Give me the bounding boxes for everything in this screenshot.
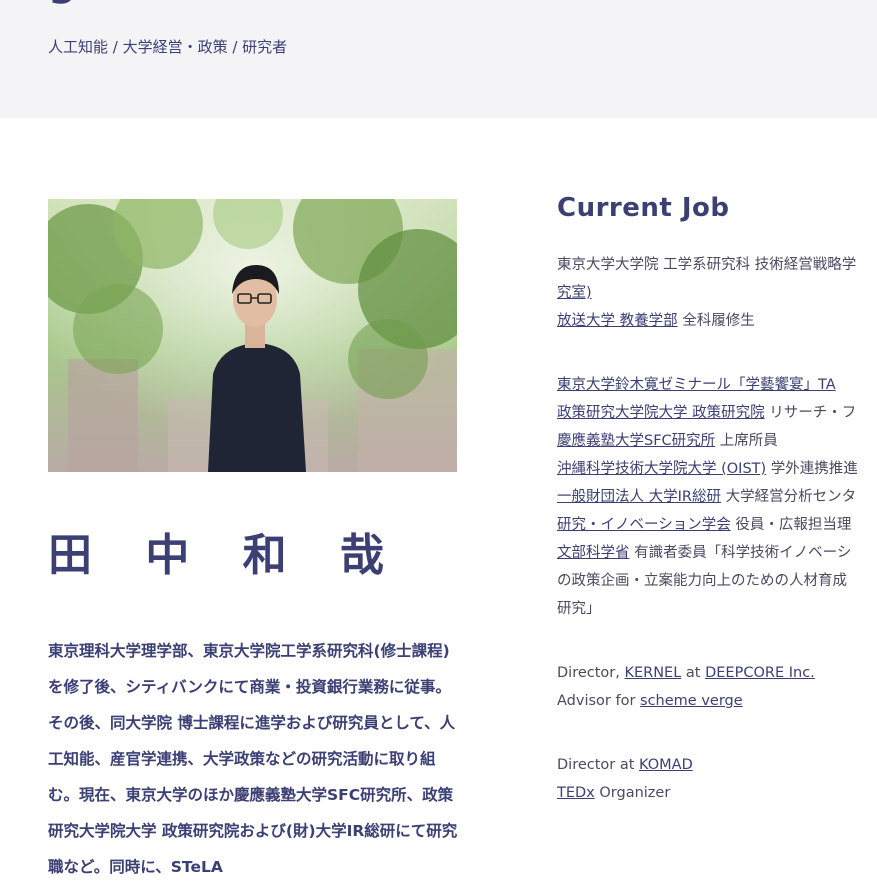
job-link-scheme-verge[interactable]: scheme verge (640, 693, 743, 709)
job-link-suzuki-seminar[interactable]: 東京大学鈴木寛ゼミナール「学藝饗宴」TA (557, 377, 836, 393)
job-link-oist[interactable]: 沖縄科学技術大学院大学 (OIST) (557, 461, 766, 477)
job-line: 文部科学省 有識者委員「科学技術イノベーシ (557, 539, 877, 567)
job-line: 東京大学大学院 工学系研究科 技術経営戦略学 (557, 251, 877, 279)
job-text: Director, (557, 665, 625, 681)
job-link-lab[interactable]: 究室) (557, 285, 592, 301)
job-text: at (681, 665, 706, 681)
job-text: 学外連携推進 (766, 461, 858, 477)
header-band: g 人工知能 / 大学経営・政策 / 研究者 (0, 0, 877, 118)
profile-bio: 東京理科大学理学部、東京大学院工学系研究科(修士課程)を修了後、シティバンクにて… (48, 642, 458, 876)
current-job-heading: Current Job (557, 193, 730, 223)
job-line: Director at KOMAD (557, 751, 877, 779)
job-text: 有識者委員「科学技術イノベーシ (629, 545, 852, 561)
job-text: 研究」 (557, 601, 601, 617)
job-text: 東京大学大学院 工学系研究科 技術経営戦略学 (557, 257, 857, 273)
job-line: 沖縄科学技術大学院大学 (OIST) 学外連携推進 (557, 455, 877, 483)
job-line: 慶應義塾大学SFC研究所 上席所員 (557, 427, 877, 455)
job-line: 放送大学 教養学部 全科履修生 (557, 307, 877, 335)
job-link-kernel[interactable]: KERNEL (624, 665, 681, 681)
job-line: 一般財団法人 大学IR総研 大学経営分析センタ (557, 483, 877, 511)
job-line: 東京大学鈴木寛ゼミナール「学藝饗宴」TA (557, 371, 877, 399)
job-link-ir-soken[interactable]: 一般財団法人 大学IR総研 (557, 489, 721, 505)
job-line: Director, KERNEL at DEEPCORE Inc. (557, 659, 877, 687)
research-fields: 人工知能 / 大学経営・政策 / 研究者 (48, 38, 288, 56)
job-text: リサーチ・フ (764, 405, 857, 421)
job-line: の政策企画・立案能力向上のための人材育成 (557, 567, 877, 595)
job-line: Advisor for scheme verge (557, 687, 877, 715)
job-link-komad[interactable]: KOMAD (639, 757, 693, 773)
job-text: Advisor for (557, 693, 641, 709)
person-name: 田 中 和 哉 (48, 530, 403, 581)
job-text: 役員・広報担当理 (730, 517, 852, 533)
job-line: TEDx Organizer (557, 779, 877, 807)
job-link-open-univ[interactable]: 放送大学 教養学部 (557, 313, 678, 329)
profile-photo (48, 199, 457, 472)
job-link-tedx[interactable]: TEDx (557, 785, 595, 801)
job-link-jsrpim[interactable]: 研究・イノベーション学会 (557, 517, 731, 533)
job-text: 大学経営分析センタ (720, 489, 857, 505)
job-link-deepcore[interactable]: DEEPCORE Inc. (705, 665, 815, 681)
job-link-grips[interactable]: 政策研究大学院大学 政策研究院 (557, 405, 765, 421)
job-link-mext[interactable]: 文部科学省 (557, 545, 630, 561)
job-line: 研究」 (557, 595, 877, 623)
job-text: の政策企画・立案能力向上のための人材育成 (557, 573, 847, 589)
page-title-cropped: g (48, 0, 77, 2)
job-text: 全科履修生 (677, 313, 755, 329)
job-link-keio-sfc[interactable]: 慶應義塾大学SFC研究所 (557, 433, 715, 449)
job-text: 上席所員 (715, 433, 778, 449)
job-line: 究室) (557, 279, 877, 307)
job-line: 研究・イノベーション学会 役員・広報担当理 (557, 511, 877, 539)
job-line: 政策研究大学院大学 政策研究院 リサーチ・フ (557, 399, 877, 427)
current-job-list: 東京大学大学院 工学系研究科 技術経営戦略学 究室) 放送大学 教養学部 全科履… (557, 251, 877, 807)
job-text: Organizer (594, 785, 671, 801)
job-text: Director at (557, 757, 640, 773)
